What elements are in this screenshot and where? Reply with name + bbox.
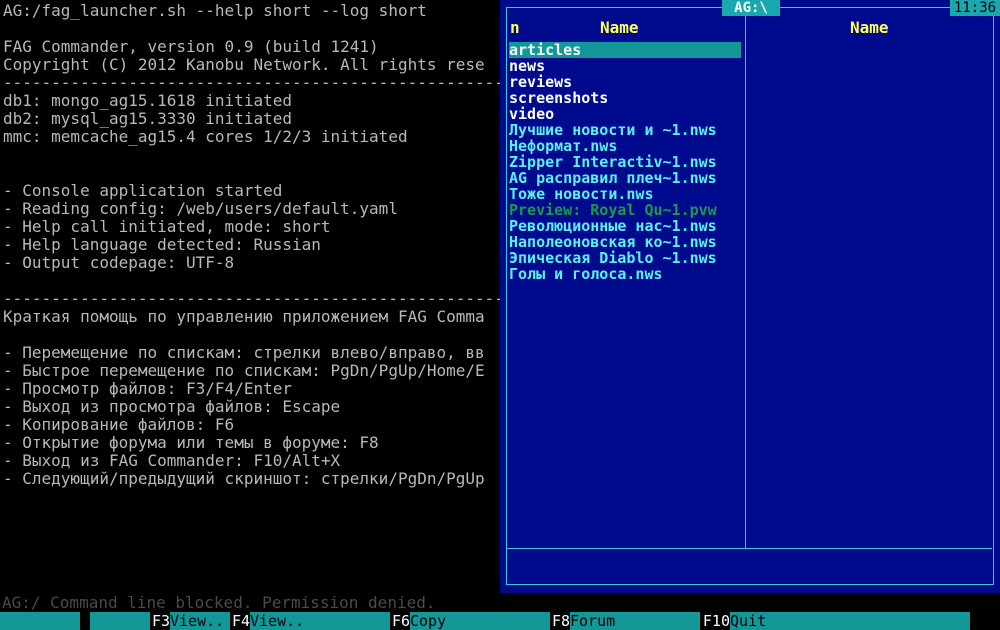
folder-item[interactable]: reviews — [509, 74, 741, 90]
file-item[interactable]: Тоже новости.nws — [509, 186, 741, 202]
fkey-empty[interactable] — [810, 612, 890, 630]
console-line: - Выход из просмотра файлов: Escape — [3, 397, 341, 416]
command-line-status: AG:/ Command line blocked. Permission de… — [2, 593, 436, 612]
file-item[interactable]: Неформат.nws — [509, 138, 741, 154]
folder-item[interactable]: screenshots — [509, 90, 741, 106]
fkey-number: F4 — [230, 612, 250, 630]
file-item[interactable]: Голы и голоса.nws — [509, 266, 741, 282]
function-key-bar: View.. F3 View.. F4 Copy F6 Forum F8 Quit F10 — [0, 612, 1000, 630]
fkey-f6[interactable]: Copy F6 — [390, 612, 490, 630]
fkey-label: View.. — [250, 612, 330, 630]
folder-item[interactable]: news — [509, 58, 741, 74]
console-line: - Выход из FAG Commander: F10/Alt+X — [3, 451, 341, 470]
folder-item[interactable]: video — [509, 106, 741, 122]
console-line: - Быстрое перемещение по спискам: PgDn/P… — [3, 361, 485, 380]
fkey-f4[interactable]: View.. F4 — [230, 612, 330, 630]
console-line: ----------------------------------------… — [3, 289, 533, 308]
console-line: - Help call initiated, mode: short — [3, 217, 331, 236]
console-line: - Reading config: /web/users/default.yam… — [3, 199, 398, 218]
current-path: AG:\ — [722, 0, 780, 16]
console-line: ----------------------------------------… — [3, 73, 533, 92]
console-line: - Output codepage: UTF-8 — [3, 253, 235, 272]
console-line: Copyright (C) 2012 Kanobu Network. All r… — [3, 55, 485, 74]
left-column-marker: n — [510, 18, 520, 37]
fkey-label: Copy — [410, 612, 490, 630]
file-item[interactable]: AG расправил плеч~1.nws — [509, 170, 741, 186]
console-line: mmc: memcache_ag15.4 cores 1/2/3 initiat… — [3, 127, 408, 146]
file-item[interactable]: Эпическая Diablo ~1.nws — [509, 250, 741, 266]
console-line: - Console application started — [3, 181, 283, 200]
fkey-f8[interactable]: Forum F8 — [550, 612, 650, 630]
console-line: - Копирование файлов: F6 — [3, 415, 235, 434]
file-item[interactable]: Preview: Royal Qu~1.pvw — [509, 202, 741, 218]
console-line: db1: mongo_ag15.1618 initiated — [3, 91, 292, 110]
console-line: Краткая помощь по управлению приложением… — [3, 307, 485, 326]
file-item[interactable]: Революционные нас~1.nws — [509, 218, 741, 234]
fkey-number: F3 — [150, 612, 170, 630]
status-separator — [506, 548, 992, 549]
fkey-label — [890, 612, 970, 630]
clock: 11:36 — [950, 0, 1000, 16]
console-line: db2: mysql_ag15.3330 initiated — [3, 109, 292, 128]
fkey-number: F10 — [700, 612, 730, 630]
left-column-header[interactable]: Name — [600, 18, 639, 38]
console-line: FAG Commander, version 0.9 (build 1241) — [3, 37, 379, 56]
fkey-empty[interactable] — [0, 612, 80, 630]
console-line: - Перемещение по спискам: стрелки влево/… — [3, 343, 485, 362]
fkey-label — [810, 612, 890, 630]
console-line: - Просмотр файлов: F3/F4/Enter — [3, 379, 292, 398]
fkey-label: Forum — [570, 612, 650, 630]
fkey-label: Quit — [730, 612, 810, 630]
right-column-header[interactable]: Name — [850, 18, 889, 38]
fkey-label — [0, 612, 80, 630]
console-line: AG:/fag_launcher.sh --help short --log s… — [3, 1, 427, 20]
console-line: - Следующий/предыдущий скриншот: стрелки… — [3, 469, 485, 488]
file-item[interactable]: Zipper Interactiv~1.nws — [509, 154, 741, 170]
fkey-empty[interactable] — [890, 612, 970, 630]
console-line: - Help language detected: Russian — [3, 235, 321, 254]
file-item[interactable]: Лучшие новости и ~1.nws — [509, 122, 741, 138]
folder-item[interactable]: articles — [509, 42, 741, 58]
fkey-number: F6 — [390, 612, 410, 630]
file-item[interactable]: Наполеоновская ко~1.nws — [509, 234, 741, 250]
fkey-number: F8 — [550, 612, 570, 630]
column-divider — [745, 8, 746, 548]
fkey-f10[interactable]: Quit F10 — [700, 612, 810, 630]
console-line: - Открытие форума или темы в форуме: F8 — [3, 433, 379, 452]
